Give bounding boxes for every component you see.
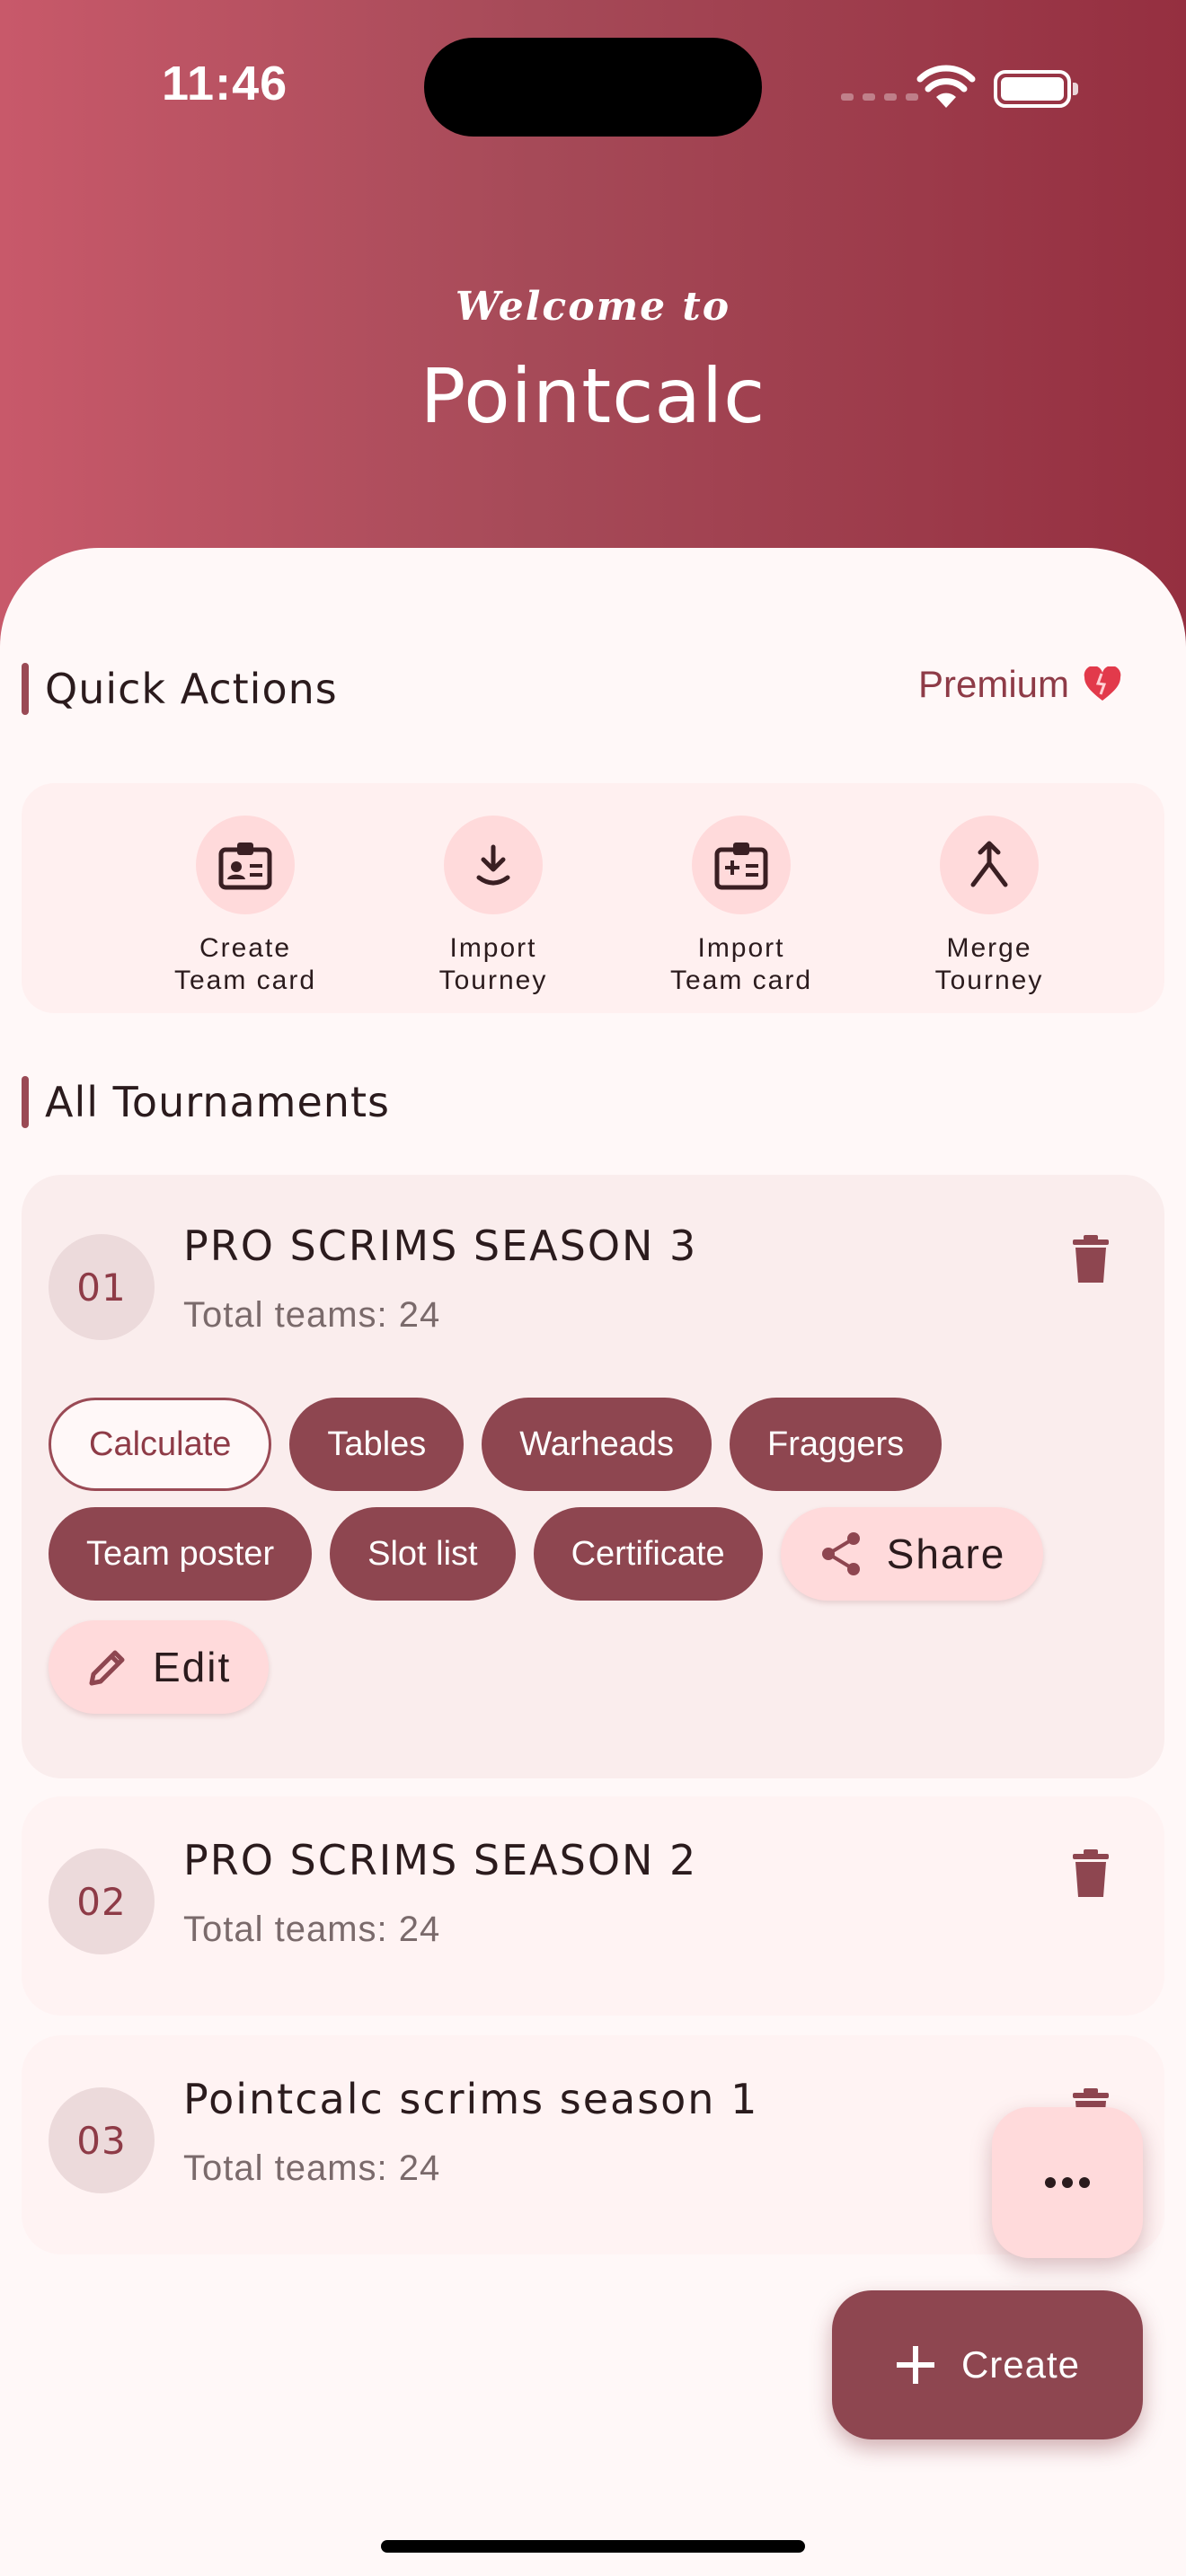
action-label: Import Tourney — [438, 933, 548, 995]
share-button[interactable]: Share — [780, 1507, 1044, 1601]
slot-list-button[interactable]: Slot list — [330, 1507, 516, 1601]
warheads-button[interactable]: Warheads — [482, 1398, 712, 1491]
download-icon — [476, 844, 510, 886]
tournament-name: Pointcalc scrims season 1 — [183, 2075, 759, 2123]
action-icon-circle — [444, 816, 543, 914]
all-tournaments-header: All Tournaments — [22, 1076, 390, 1128]
create-label: Create — [960, 2343, 1081, 2386]
tournament-number-badge: 01 — [49, 1234, 155, 1340]
delete-icon[interactable] — [1064, 1232, 1118, 1286]
share-label: Share — [886, 1531, 1006, 1577]
action-label: Merge Tourney — [934, 933, 1044, 995]
quick-actions-panel: Create Team card Import Tourney Import T… — [22, 783, 1164, 1013]
tournament-actions-row-2: Team poster Slot list Certificate Share — [49, 1507, 1044, 1601]
create-team-card-action[interactable]: Create Team card — [137, 816, 353, 997]
delete-icon[interactable] — [1064, 1847, 1118, 1901]
dynamic-island — [424, 38, 762, 137]
tournament-actions-row-1: Calculate Tables Warheads Fraggers — [49, 1398, 943, 1491]
tournament-name: PRO SCRIMS SEASON 2 — [183, 1836, 698, 1884]
tournament-team-count: Total teams: 24 — [183, 1910, 441, 1949]
welcome-text: Welcome to — [455, 284, 731, 330]
tournament-number-badge: 02 — [49, 1848, 155, 1954]
tournament-actions-row-3: Edit — [49, 1620, 270, 1714]
edit-label: Edit — [153, 1644, 232, 1690]
tournament-team-count: Total teams: 24 — [183, 1295, 441, 1335]
tournament-card[interactable]: 01 PRO SCRIMS SEASON 3 Total teams: 24 C… — [22, 1175, 1164, 1778]
action-icon-circle — [196, 816, 295, 914]
plus-icon — [896, 2346, 934, 2384]
import-team-card-action[interactable]: Import Team card — [633, 816, 849, 997]
section-accent-bar — [22, 1076, 29, 1128]
more-horizontal-icon — [1045, 2177, 1090, 2188]
create-button[interactable]: Create — [832, 2290, 1143, 2439]
heart-icon — [1084, 666, 1121, 701]
tournament-number-badge: 03 — [49, 2087, 155, 2193]
action-label: Import Team card — [669, 933, 813, 995]
app-title: Pointcalc — [420, 352, 766, 440]
status-icons — [836, 63, 1078, 113]
fraggers-button[interactable]: Fraggers — [730, 1398, 943, 1491]
tournament-team-count: Total teams: 24 — [183, 2148, 441, 2188]
home-indicator[interactable] — [381, 2540, 805, 2553]
premium-label: Premium — [918, 663, 1070, 705]
merge-icon — [970, 841, 1008, 887]
status-time: 11:46 — [162, 57, 288, 110]
cellular-signal-icon — [841, 93, 918, 101]
id-card-icon — [218, 842, 272, 890]
pencil-icon — [89, 1650, 125, 1686]
calculate-button[interactable]: Calculate — [49, 1398, 272, 1491]
action-label: Create Team card — [173, 933, 317, 995]
all-tournaments-title: All Tournaments — [45, 1078, 390, 1126]
add-card-icon — [714, 842, 768, 890]
premium-button[interactable]: Premium — [918, 663, 1121, 706]
battery-icon — [994, 70, 1078, 108]
certificate-button[interactable]: Certificate — [533, 1507, 763, 1601]
quick-actions-header: Quick Actions — [22, 663, 338, 715]
tournament-card[interactable]: 02 PRO SCRIMS SEASON 2 Total teams: 24 — [22, 1796, 1164, 2016]
share-icon — [821, 1532, 860, 1575]
section-accent-bar — [22, 663, 29, 715]
tables-button[interactable]: Tables — [289, 1398, 465, 1491]
team-poster-button[interactable]: Team poster — [49, 1507, 313, 1601]
action-icon-circle — [692, 816, 791, 914]
edit-button[interactable]: Edit — [49, 1620, 270, 1714]
merge-tourney-action[interactable]: Merge Tourney — [881, 816, 1097, 997]
quick-actions-title: Quick Actions — [45, 665, 338, 713]
more-options-button[interactable] — [992, 2107, 1143, 2258]
tournament-name: PRO SCRIMS SEASON 3 — [183, 1222, 698, 1270]
action-icon-circle — [940, 816, 1039, 914]
import-tourney-action[interactable]: Import Tourney — [385, 816, 601, 997]
wifi-icon — [916, 65, 976, 108]
